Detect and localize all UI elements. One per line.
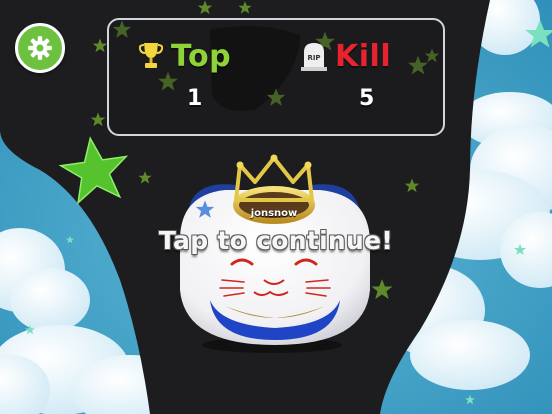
top-label: Top <box>171 38 232 74</box>
tombstone-text: RIP <box>307 54 320 62</box>
trophy-icon <box>139 43 163 68</box>
kill-count-stat: RIP Kill 5 <box>301 20 431 138</box>
player-name-tag: jonsnow <box>250 208 298 219</box>
scoreboard-panel: Top 1 RIP Kill 5 <box>107 18 445 136</box>
tap-to-continue-prompt[interactable]: Tap to continue! <box>0 226 552 255</box>
kill-value: 5 <box>359 86 375 111</box>
kill-label: Kill <box>335 38 392 74</box>
top-rank-stat: Top 1 <box>139 20 279 138</box>
top-value: 1 <box>187 86 203 111</box>
gear-icon <box>28 36 52 60</box>
tombstone-icon: RIP <box>301 43 327 71</box>
settings-button[interactable] <box>15 23 65 73</box>
